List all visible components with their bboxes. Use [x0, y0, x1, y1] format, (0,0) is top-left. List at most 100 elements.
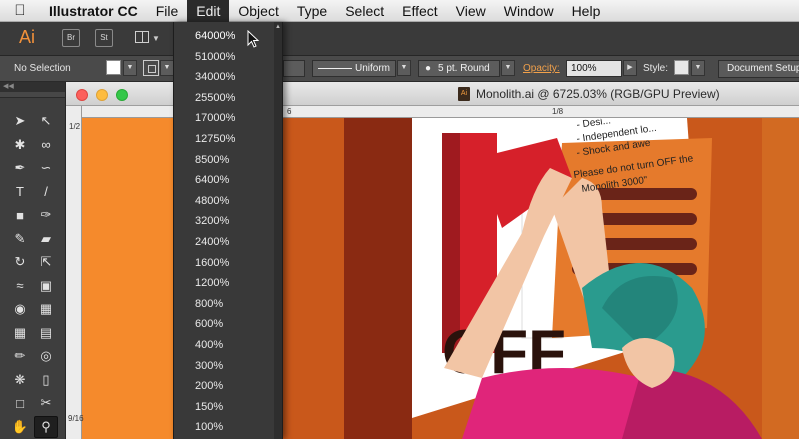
document-title: Monolith.ai @ 6725.03% (RGB/GPU Preview) [476, 87, 720, 101]
zoom-option[interactable]: 12750% [174, 129, 274, 150]
selection-status: No Selection [14, 63, 71, 74]
free-transform-tool-icon[interactable]: ▣ [34, 275, 58, 297]
gradient-tool-icon[interactable]: ▤ [34, 322, 58, 344]
paintbrush-tool-icon[interactable]: ✑ [34, 204, 58, 226]
zoom-option[interactable]: 600% [174, 314, 274, 335]
line-tool-icon[interactable]: / [34, 181, 58, 203]
mouse-cursor-icon [247, 30, 260, 48]
opacity-dropdown[interactable]: ▶ [623, 60, 637, 76]
zoom-option[interactable]: 34000% [174, 67, 274, 88]
rotate-tool-icon[interactable]: ↻ [8, 251, 32, 273]
type-tool-icon[interactable]: T [8, 181, 32, 203]
illustrator-logo: Ai [19, 27, 36, 47]
menu-window[interactable]: Window [495, 0, 563, 22]
zoom-option[interactable]: 25500% [174, 88, 274, 109]
ruler-v-label-top: 1/2 [69, 122, 81, 131]
lasso-tool-icon[interactable]: ∞ [34, 134, 58, 156]
mesh-tool-icon[interactable]: ▦ [8, 322, 32, 344]
zoom-option[interactable]: 100% [174, 417, 274, 438]
ruler-v-label-bottom: 9/16 [68, 414, 84, 423]
zoom-option[interactable]: 150% [174, 397, 274, 418]
zoom-option[interactable]: 6400% [174, 170, 274, 191]
fill-dropdown[interactable]: ▼ [123, 60, 137, 76]
magic-wand-tool-icon[interactable]: ✱ [8, 134, 32, 156]
menu-help[interactable]: Help [563, 0, 610, 22]
stroke-dropdown[interactable]: ▼ [160, 60, 174, 76]
control-bar: No Selection ▼ ▼ Uniform ▼ ● 5 pt. Round… [0, 56, 799, 82]
zoom-option[interactable]: 400% [174, 335, 274, 356]
variable-width-profile[interactable]: Uniform [312, 60, 396, 77]
menu-view[interactable]: View [447, 0, 495, 22]
panel-collapse-icon[interactable]: ◀◀ [0, 82, 65, 92]
brush-dot-icon: ● [425, 63, 432, 74]
opacity-label[interactable]: Opacity: [523, 63, 560, 74]
width-tool-icon[interactable]: ≈ [8, 275, 32, 297]
menu-effect[interactable]: Effect [393, 0, 447, 22]
column-graph-tool-icon[interactable]: ▯ [34, 369, 58, 391]
zoom-option[interactable]: 17000% [174, 108, 274, 129]
graphic-style-swatch[interactable] [674, 60, 689, 75]
close-icon[interactable] [76, 89, 88, 101]
menu-select[interactable]: Select [336, 0, 393, 22]
profile-dropdown[interactable]: ▼ [397, 60, 411, 76]
curvature-tool-icon[interactable]: ∽ [34, 157, 58, 179]
vertical-ruler[interactable]: 1/2 9/16 [66, 106, 84, 439]
zoom-level-dropdown[interactable]: 64000% 51000% 34000% 25500% 17000% 12750% 8500… [173, 22, 283, 439]
menu-bar:  Illustrator CC File Edit Object Type S… [0, 0, 799, 22]
selection-tool-icon[interactable]: ➤ [8, 110, 32, 132]
arrange-documents-icon[interactable]: ▼ [133, 28, 161, 48]
zoom-option[interactable]: 4800% [174, 191, 274, 212]
zoom-window-icon[interactable] [116, 89, 128, 101]
rectangle-tool-icon[interactable]: ■ [8, 204, 32, 226]
style-dropdown[interactable]: ▼ [691, 60, 705, 76]
zoom-option[interactable]: 1600% [174, 253, 274, 274]
menu-app-name[interactable]: Illustrator CC [40, 0, 147, 22]
zoom-option[interactable]: 51000% [174, 47, 274, 68]
menu-object[interactable]: Object [229, 0, 287, 22]
apple-icon[interactable]:  [0, 2, 40, 19]
pencil-tool-icon[interactable]: ✎ [8, 228, 32, 250]
blend-tool-icon[interactable]: ◎ [34, 345, 58, 367]
menu-edit[interactable]: Edit [187, 0, 230, 22]
minimize-icon[interactable] [96, 89, 108, 101]
stock-button[interactable]: St [95, 29, 113, 47]
slice-tool-icon[interactable]: ✂ [34, 392, 58, 414]
hand-tool-icon[interactable]: ✋ [8, 416, 32, 438]
fill-swatch[interactable] [106, 60, 121, 75]
brush-dropdown[interactable]: ▼ [501, 60, 515, 76]
style-label: Style: [643, 63, 669, 74]
stroke-weight-field[interactable] [283, 60, 305, 77]
zoom-option[interactable]: 300% [174, 356, 274, 377]
zoom-option[interactable]: 2400% [174, 232, 274, 253]
eyedropper-tool-icon[interactable]: ✏ [8, 345, 32, 367]
scale-tool-icon[interactable]: ⇱ [34, 251, 58, 273]
symbol-sprayer-tool-icon[interactable]: ❋ [8, 369, 32, 391]
shape-builder-tool-icon[interactable]: ◉ [8, 298, 32, 320]
ruler-h-label-1-8: 1/8 [552, 107, 564, 116]
scroll-up-icon[interactable]: ▲ [274, 24, 282, 30]
pen-tool-icon[interactable]: ✒ [8, 157, 32, 179]
opacity-field[interactable]: 100% [566, 60, 622, 77]
zoom-option[interactable]: 800% [174, 294, 274, 315]
zoom-option[interactable]: 3200% [174, 211, 274, 232]
bridge-button[interactable]: Br [62, 29, 80, 47]
ai-file-icon: Ai [458, 87, 470, 101]
eraser-tool-icon[interactable]: ▰ [34, 228, 58, 250]
menu-file[interactable]: File [147, 0, 188, 22]
dropdown-scrollbar[interactable]: ▲ [274, 22, 282, 439]
ruler-h-label-6: 6 [287, 107, 292, 116]
document-setup-button[interactable]: Document Setup [718, 60, 799, 78]
zoom-option[interactable]: 8500% [174, 150, 274, 171]
stroke-icon[interactable] [143, 60, 159, 76]
perspective-grid-tool-icon[interactable]: ▦ [34, 298, 58, 320]
panel-grip[interactable] [0, 92, 65, 98]
menu-type[interactable]: Type [288, 0, 336, 22]
artboard-tool-icon[interactable]: □ [8, 392, 32, 414]
zoom-tool-icon[interactable]: ⚲ [34, 415, 58, 438]
application-bar: Ai Br St ▼ [0, 22, 799, 56]
direct-selection-tool-icon[interactable]: ↖ [34, 110, 58, 132]
zoom-option[interactable]: 1200% [174, 273, 274, 294]
brush-definition[interactable]: ● 5 pt. Round [418, 60, 500, 77]
zoom-option[interactable]: 200% [174, 376, 274, 397]
tools-panel: ◀◀ ➤ ↖ ✱ ∞ ✒ ∽ T / ■ ✑ ✎ ▰ ↻ ⇱ ≈ ▣ ◉ ▦ ▦ ▤ ✏ ◎ ❋ ▯ □ ✂ ✋ ⚲ [0, 82, 66, 439]
